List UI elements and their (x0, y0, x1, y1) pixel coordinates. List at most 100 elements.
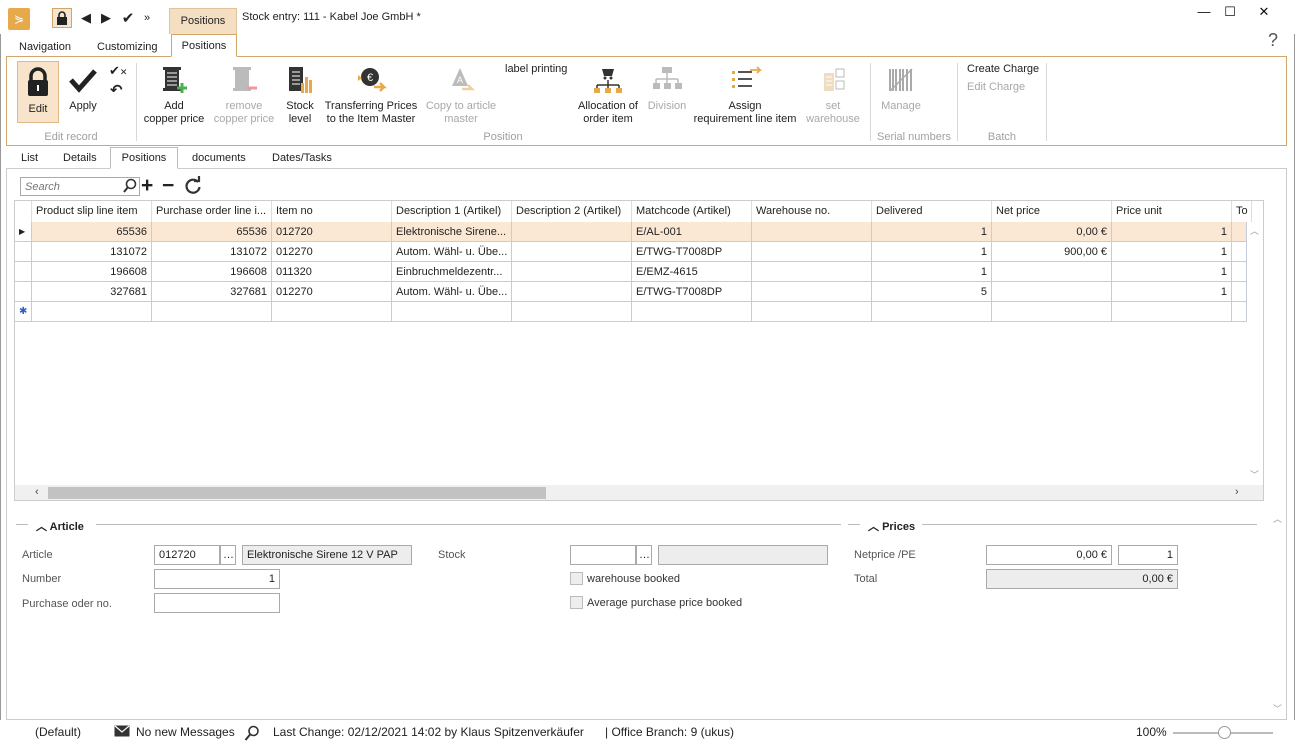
table-cell[interactable]: 012720 (272, 222, 392, 242)
col-net-price[interactable]: Net price (992, 201, 1112, 222)
table-cell[interactable] (1232, 242, 1247, 262)
create-charge-button[interactable]: Create Charge (967, 63, 1039, 75)
layout-status[interactable]: (Default) (35, 725, 81, 739)
table-cell[interactable] (752, 242, 872, 262)
manage-button[interactable]: Manage (875, 63, 927, 113)
prices-section-toggle[interactable]: ︿ Prices (868, 518, 915, 534)
search-input[interactable] (21, 178, 121, 195)
tab-customizing[interactable]: Customizing (97, 38, 158, 56)
undo-icon[interactable]: ↶ (110, 81, 123, 99)
label-printing-button[interactable]: label printing (505, 63, 567, 75)
table-cell[interactable]: 1 (872, 242, 992, 262)
table-cell[interactable]: 012270 (272, 282, 392, 302)
back-icon[interactable]: ◀ (76, 8, 96, 28)
number-field[interactable]: 1 (154, 569, 280, 589)
col-product-slip[interactable]: Product slip line item (32, 201, 152, 222)
article-field[interactable]: 012720 (154, 545, 220, 565)
subtab-positions[interactable]: Positions (110, 147, 178, 169)
new-row-cell[interactable] (632, 302, 752, 322)
col-warehouse-no[interactable]: Warehouse no. (752, 201, 872, 222)
check-all-icon[interactable]: ✔✕ (109, 63, 127, 79)
table-cell[interactable]: E/TWG-T7008DP (632, 282, 752, 302)
table-cell[interactable]: 65536 (32, 222, 152, 242)
col-description-2[interactable]: Description 2 (Artikel) (512, 201, 632, 222)
lock-icon[interactable] (52, 8, 72, 28)
purchase-order-field[interactable] (154, 593, 280, 613)
table-cell[interactable]: 0,00 € (992, 222, 1112, 242)
scroll-left-icon[interactable]: ‹ (35, 486, 39, 498)
table-cell[interactable] (752, 262, 872, 282)
tab-positions[interactable]: Positions (171, 34, 237, 57)
table-cell[interactable]: 1 (1112, 222, 1232, 242)
col-delivered[interactable]: Delivered (872, 201, 992, 222)
table-cell[interactable]: 65536 (152, 222, 272, 242)
forward-icon[interactable]: ▶ (96, 8, 116, 28)
search-icon[interactable] (122, 178, 138, 197)
stock-field[interactable] (570, 545, 636, 565)
subtab-dates-tasks[interactable]: Dates/Tasks (266, 148, 338, 168)
table-cell[interactable]: E/TWG-T7008DP (632, 242, 752, 262)
scroll-thumb[interactable] (48, 487, 546, 499)
scroll-up-icon[interactable]: ︿ (1273, 512, 1282, 525)
table-cell[interactable]: Autom. Wähl- u. Übe... (392, 282, 512, 302)
new-row-cell[interactable] (992, 302, 1112, 322)
col-description-1[interactable]: Description 1 (Artikel) (392, 201, 512, 222)
edit-charge-button[interactable]: Edit Charge (967, 81, 1025, 93)
col-matchcode[interactable]: Matchcode (Artikel) (632, 201, 752, 222)
new-row-cell[interactable] (392, 302, 512, 322)
checkmark-icon[interactable]: ✔ (118, 8, 138, 28)
table-cell[interactable] (752, 222, 872, 242)
table-cell[interactable]: 012270 (272, 242, 392, 262)
new-row-cell[interactable] (1232, 302, 1247, 322)
warehouse-booked-checkbox[interactable] (570, 572, 583, 585)
remove-copper-price-button[interactable]: remove copper price (209, 63, 279, 126)
table-cell[interactable]: 196608 (32, 262, 152, 282)
table-cell[interactable] (992, 282, 1112, 302)
table-cell[interactable] (512, 222, 632, 242)
more-icon[interactable]: » (137, 8, 157, 28)
new-row-cell[interactable] (872, 302, 992, 322)
new-row-cell[interactable] (32, 302, 152, 322)
table-cell[interactable]: E/EMZ-4615 (632, 262, 752, 282)
subtab-list[interactable]: List (15, 148, 44, 168)
add-row-icon[interactable]: + (141, 175, 153, 196)
assign-requirement-button[interactable]: Assign requirement line item (691, 63, 799, 126)
col-item-no[interactable]: Item no (272, 201, 392, 222)
table-cell[interactable] (512, 262, 632, 282)
table-cell[interactable]: 1 (1112, 282, 1232, 302)
table-cell[interactable]: 327681 (152, 282, 272, 302)
table-cell[interactable]: 1 (872, 222, 992, 242)
scroll-down-icon[interactable]: ﹀ (1273, 702, 1282, 715)
table-cell[interactable]: 131072 (152, 242, 272, 262)
table-cell[interactable]: 900,00 € (992, 242, 1112, 262)
col-total[interactable]: To (1232, 201, 1252, 222)
new-row-cell[interactable] (272, 302, 392, 322)
article-section-toggle[interactable]: ︿ Article (36, 518, 84, 534)
subtab-documents[interactable]: documents (186, 148, 252, 168)
set-warehouse-button[interactable]: set warehouse (801, 63, 865, 126)
search-icon[interactable] (244, 725, 260, 744)
table-cell[interactable]: 327681 (32, 282, 152, 302)
tab-navigation[interactable]: Navigation (19, 38, 71, 56)
table-cell[interactable]: 011320 (272, 262, 392, 282)
table-cell[interactable]: E/AL-001 (632, 222, 752, 242)
copy-to-article-master-button[interactable]: A Copy to article master (423, 63, 499, 126)
price-unit-field[interactable]: 1 (1118, 545, 1178, 565)
refresh-icon[interactable] (183, 176, 203, 199)
stock-level-button[interactable]: Stock level (281, 63, 319, 126)
zoom-slider-handle[interactable] (1218, 726, 1231, 739)
new-row-cell[interactable] (1112, 302, 1232, 322)
new-row-cell[interactable] (512, 302, 632, 322)
help-icon[interactable]: ? (1268, 30, 1278, 51)
new-row-cell[interactable] (152, 302, 272, 322)
messages-status[interactable]: No new Messages (136, 725, 235, 739)
apply-button[interactable]: Apply (63, 63, 103, 113)
remove-row-icon[interactable]: − (162, 175, 174, 196)
avg-price-booked-checkbox[interactable] (570, 596, 583, 609)
vertical-scrollbar[interactable]: ︿ ﹀ (1247, 222, 1263, 485)
col-price-unit[interactable]: Price unit (1112, 201, 1232, 222)
table-cell[interactable] (512, 242, 632, 262)
table-cell[interactable]: 1 (1112, 262, 1232, 282)
table-cell[interactable] (512, 282, 632, 302)
scroll-up-icon[interactable]: ︿ (1250, 224, 1259, 237)
